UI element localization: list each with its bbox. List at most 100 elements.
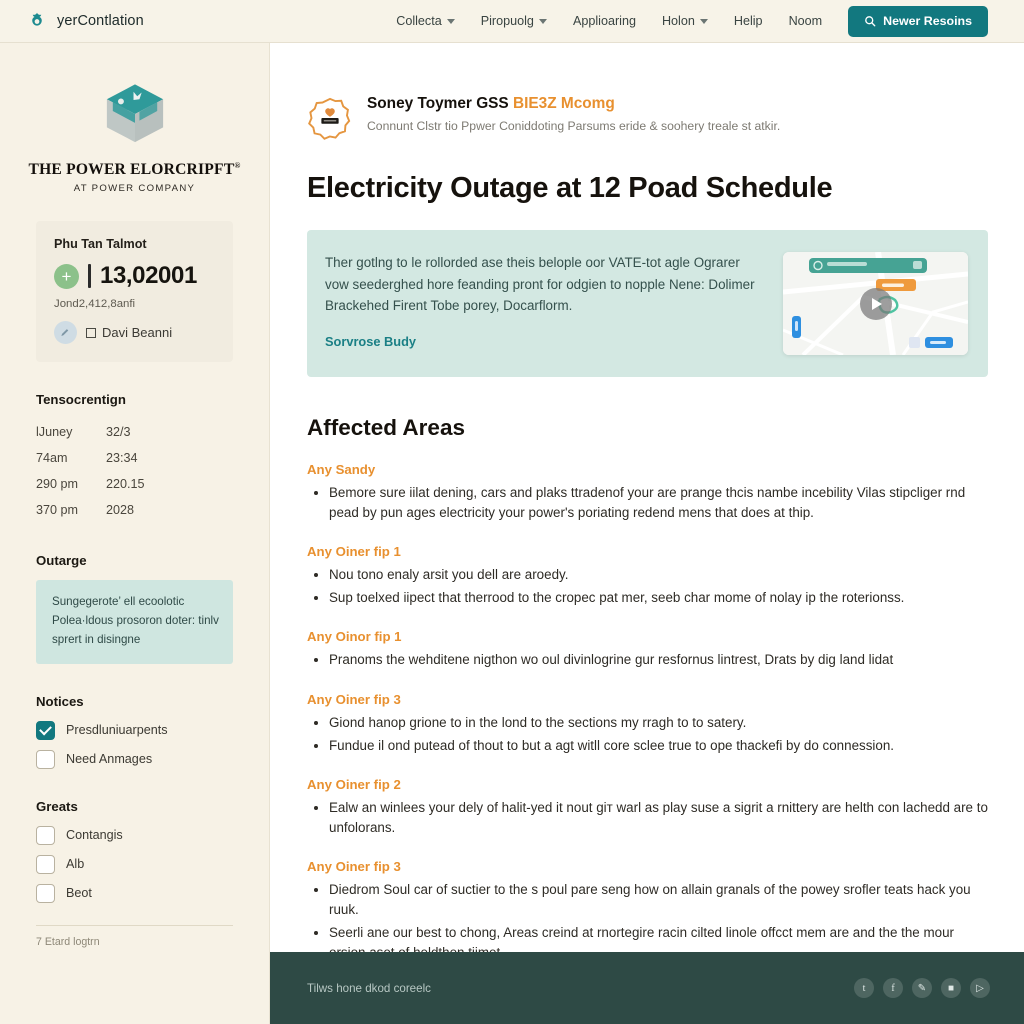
search-icon xyxy=(865,16,876,27)
great-checkbox-2[interactable]: Beot xyxy=(36,883,233,903)
brand-logo[interactable]: yerContlation xyxy=(26,10,144,32)
nav-item-2-label: Applioaring xyxy=(572,14,636,28)
sidebar-outage-heading: Outarge xyxy=(36,553,87,569)
nav-item-1-label: Piropuolg xyxy=(480,14,534,28)
nav-item-4[interactable]: Helip xyxy=(734,14,763,28)
search-button[interactable]: Newer Resoins xyxy=(848,5,988,37)
facebook-icon[interactable]: f xyxy=(883,978,903,998)
chevron-down-icon xyxy=(446,18,455,24)
notice-checkbox-1-label: Need Anmages xyxy=(66,752,153,767)
notice-checkbox-0[interactable]: Presdluniuarpents xyxy=(36,720,233,740)
affected-area-section-4: Any Oiner fip 2 Ealw an winlees your del… xyxy=(307,777,988,838)
list-item: Sup toelxed iipect that therrood to the … xyxy=(329,588,988,608)
affected-area-list-2: Pranoms the wehditene nigthon wo oul div… xyxy=(307,650,988,670)
nav-item-3-label: Holon xyxy=(661,14,695,28)
great-checkbox-0[interactable]: Contangis xyxy=(36,825,233,845)
affected-area-section-1: Any Oiner fip 1 Nou tono enaly arsit you… xyxy=(307,544,988,608)
nav-item-2[interactable]: Applioaring xyxy=(573,14,636,28)
eyebrow-title-accent: BIE3Z Mcomg xyxy=(512,95,615,112)
list-item: Fundue il ond putead of thout to but a a… xyxy=(329,736,988,756)
outage-notice-box: Sungegerote’ ell ecoolotic Polea·ldous p… xyxy=(36,580,233,664)
table-row-key: lJuney xyxy=(36,425,73,440)
callout-text-block: Ther gotlng to le rollorded ase theis be… xyxy=(325,252,767,351)
instagram-glyph: ■ xyxy=(947,982,955,994)
account-number: 13,02001 xyxy=(100,262,197,290)
eyebrow-subtitle: Connunt Clstr tio Ppwer Coniddoting Pars… xyxy=(367,119,781,133)
nav-item-1[interactable]: Piropuolg xyxy=(481,14,547,28)
edit-pencil-icon[interactable]: ✎ xyxy=(912,978,932,998)
sidebar-notices-heading: Notices xyxy=(36,693,84,709)
eyebrow-title-main: Soney Toymer GSS xyxy=(367,95,513,112)
sidebar: THE POWER ELORCRIPFT® AT POWER COMPANY P… xyxy=(0,43,270,1024)
affected-area-list-3: Giond hanop grione to in the lond to the… xyxy=(307,713,988,756)
tulip-leaf-logo-icon xyxy=(26,10,48,32)
nav-item-5[interactable]: Noom xyxy=(789,14,823,28)
table-row-key: 290 pm xyxy=(36,477,79,492)
account-user-row[interactable]: Davi Beanni xyxy=(54,321,217,345)
sidebar-table-heading: Tensocrentign xyxy=(36,392,126,408)
account-meta: Jond2,412,8anfi xyxy=(54,298,136,311)
great-checkbox-1[interactable]: Alb xyxy=(36,854,233,874)
notice-checkbox-0-label: Presdluniuarpents xyxy=(66,723,168,738)
social-links: t f ✎ ■ ▷ xyxy=(854,978,990,998)
brand-name: yerContlation xyxy=(57,13,144,29)
nav-item-0[interactable]: Collecta xyxy=(396,14,455,28)
callout-link[interactable]: Sorvrose Budy xyxy=(325,334,416,349)
nav-item-3[interactable]: Holon xyxy=(662,14,708,28)
table-row: lJuney 32/3 xyxy=(36,419,233,445)
checkbox-checked-icon[interactable] xyxy=(36,720,55,740)
great-checkbox-2-label: Beot xyxy=(66,886,92,901)
play-icon[interactable] xyxy=(859,287,892,320)
nav-item-4-label: Helip xyxy=(733,14,763,28)
checkbox-unchecked-icon[interactable] xyxy=(36,749,55,769)
account-name: Phu Tan Talmot xyxy=(54,237,147,252)
table-row-key: 370 pm xyxy=(36,503,79,518)
map-video-thumbnail[interactable] xyxy=(783,252,968,355)
affected-area-list-4: Ealw an winlees your dely of halit-yed i… xyxy=(307,798,988,838)
page-footer: Tilws hone dkod coreelc t f ✎ ■ ▷ xyxy=(270,952,1024,1024)
table-row-value: 220.15 xyxy=(106,477,145,492)
list-item: Ealw an winlees your dely of halit-yed i… xyxy=(329,798,988,838)
affected-area-list-5: Diedrom Soul car of suctier to the s pou… xyxy=(307,880,988,963)
table-row: 370 pm 2028 xyxy=(36,497,233,523)
list-item: Giond hanop grione to in the lond to the… xyxy=(329,713,988,733)
section-heading: Affected Areas xyxy=(307,415,465,440)
hexagon-award-badge-icon xyxy=(307,96,353,142)
sidebar-logo-title: THE POWER ELORCRIPFT® xyxy=(28,161,240,179)
search-button-label: Newer Resoins xyxy=(883,14,972,28)
sidebar-logo-title-text: THE POWER ELORCRIPFT xyxy=(28,161,235,179)
sidebar-footer-note[interactable]: 7 Etard logtrn xyxy=(36,936,233,948)
chevron-down-icon xyxy=(538,18,547,24)
table-row-value: 23:34 xyxy=(106,451,138,466)
checkbox-unchecked-icon[interactable] xyxy=(36,825,55,845)
great-checkbox-1-label: Alb xyxy=(66,857,85,872)
account-number-row: + 13,02001 xyxy=(54,262,217,290)
affected-area-section-2: Any Oinor fip 1 Pranoms the wehditene ni… xyxy=(307,629,988,670)
notice-checkbox-1[interactable]: Need Anmages xyxy=(36,749,233,769)
instagram-icon[interactable]: ■ xyxy=(941,978,961,998)
youtube-icon[interactable]: ▷ xyxy=(970,978,990,998)
affected-area-section-3: Any Oiner fip 3 Giond hanop grione to in… xyxy=(307,692,988,756)
affected-area-title-0: Any Sandy xyxy=(307,462,376,477)
pencil-glyph: ✎ xyxy=(917,982,927,994)
twitter-glyph: t xyxy=(862,982,866,994)
list-item: Bemore sure iilat dening, cars and plaks… xyxy=(329,483,988,523)
nav-links: Collecta Piropuolg Applioaring Holon Hel… xyxy=(396,5,988,37)
sidebar-divider xyxy=(36,924,233,926)
twitter-icon[interactable]: t xyxy=(854,978,874,998)
table-row-value: 2028 xyxy=(106,503,135,518)
nav-item-0-label: Collecta xyxy=(396,14,442,28)
checkbox-unchecked-icon[interactable] xyxy=(36,854,55,874)
table-row-key: 74am xyxy=(36,451,68,466)
affected-area-title-2: Any Oinor fip 1 xyxy=(307,629,402,645)
trademark-mark: ® xyxy=(234,161,241,170)
vertical-divider xyxy=(88,264,91,289)
checkbox-unchecked-icon[interactable] xyxy=(36,883,55,903)
footer-text: Tilws hone dkod coreelc xyxy=(307,981,431,995)
plus-circle-icon[interactable]: + xyxy=(54,263,79,289)
isometric-cube-logo-icon xyxy=(98,77,172,151)
sidebar-logo-block: THE POWER ELORCRIPFT® AT POWER COMPANY xyxy=(28,65,240,194)
chevron-down-icon xyxy=(699,18,708,24)
table-row-value: 32/3 xyxy=(106,425,131,440)
account-user-name-wrap: Davi Beanni xyxy=(86,325,172,340)
